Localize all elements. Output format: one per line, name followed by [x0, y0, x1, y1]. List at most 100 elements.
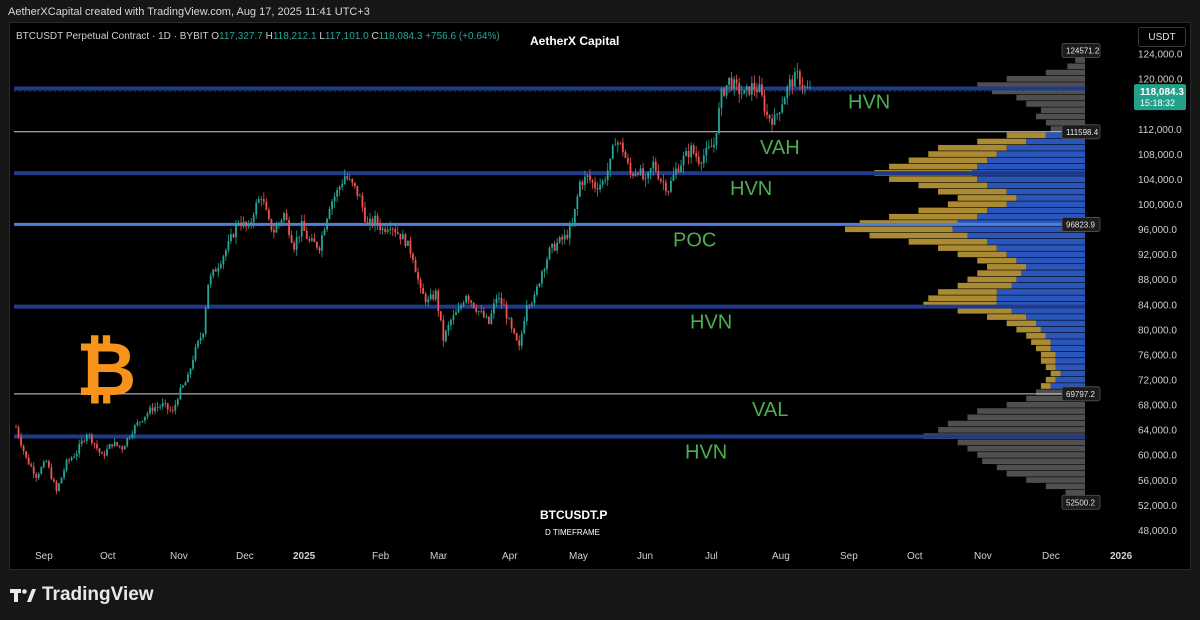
- x-tick-label: May: [569, 551, 588, 562]
- volume-profile-bar: [957, 439, 1085, 446]
- candle-body: [523, 321, 526, 334]
- y-tick-label: 88,000.0: [1138, 275, 1177, 286]
- candle-body: [384, 228, 387, 232]
- x-tick-label: Jul: [705, 551, 718, 562]
- y-tick-label: 48,000.0: [1138, 526, 1177, 537]
- candle-body: [96, 444, 98, 449]
- candle-body: [498, 298, 500, 299]
- candle-body: [252, 214, 255, 222]
- candle-body: [659, 178, 662, 182]
- volume-profile-bar: [967, 276, 1017, 283]
- volume-profile-bar: [967, 232, 1085, 239]
- candle-body: [536, 286, 538, 295]
- candle-body: [189, 368, 192, 375]
- volume-profile-bar: [1016, 257, 1085, 264]
- candle-body: [169, 409, 172, 411]
- volume-profile-bar: [1006, 401, 1085, 408]
- candle-body: [123, 445, 126, 450]
- tradingview-logo[interactable]: TradingView: [10, 584, 154, 606]
- volume-profile-bar: [957, 307, 1012, 314]
- candle-body: [733, 79, 736, 90]
- candle-body: [465, 296, 468, 303]
- candle-body: [801, 85, 804, 88]
- candle-body: [637, 173, 639, 175]
- candle-body: [290, 234, 293, 243]
- brand-title: AetherX Capital: [530, 34, 620, 48]
- price-chart[interactable]: HVN VAH HVN POC HVN VAL HVN ₿ 124,000.0 120,000.0…: [10, 23, 1190, 569]
- candle-body: [791, 79, 794, 87]
- candle-body: [275, 225, 278, 233]
- candle-body: [439, 311, 442, 320]
- candle-body: [624, 151, 627, 158]
- volume-profile-bar: [977, 163, 1085, 170]
- candle-body: [576, 196, 579, 209]
- candle-body: [702, 155, 705, 164]
- candle-body: [156, 406, 159, 408]
- candle-body: [53, 479, 55, 482]
- candle-body: [171, 410, 174, 412]
- candle-body: [379, 224, 382, 231]
- candle-body: [761, 84, 763, 96]
- candle-body: [247, 224, 250, 227]
- y-tick-label: 100,000.0: [1138, 200, 1183, 211]
- candle-body: [295, 237, 298, 250]
- candle-body: [455, 312, 457, 316]
- candle-body: [202, 333, 205, 338]
- volume-profile-bar: [1006, 201, 1085, 208]
- candle-body: [705, 147, 708, 156]
- chart-area[interactable]: HVN VAH HVN POC HVN VAL HVN ₿ 124,000.0 120,000.0…: [9, 22, 1191, 570]
- y-tick-label: 52,000.0: [1138, 501, 1177, 512]
- candle-body: [356, 185, 359, 197]
- candle-body: [700, 163, 703, 164]
- candle-body: [37, 473, 40, 478]
- candle-body: [176, 399, 179, 405]
- candle-body: [541, 271, 543, 284]
- volume-profile-bar: [938, 427, 1085, 433]
- candle-body: [257, 199, 260, 203]
- candle-body: [584, 176, 586, 186]
- candle-body: [212, 269, 215, 276]
- candle-body: [111, 444, 113, 447]
- candle-body: [394, 229, 397, 233]
- price-label: 52500.2: [1066, 498, 1095, 507]
- candle-body: [809, 87, 811, 89]
- candle-body: [358, 195, 361, 197]
- volume-profile-bar: [996, 289, 1085, 295]
- candle-body: [235, 224, 237, 238]
- candle-body: [361, 195, 364, 208]
- candle-body: [750, 83, 753, 95]
- currency-button[interactable]: USDT: [1138, 27, 1186, 47]
- volume-profile-bar: [987, 182, 1085, 189]
- candle-body: [407, 240, 409, 246]
- candle-body: [783, 97, 786, 105]
- tradingview-logo-icon: [10, 589, 36, 602]
- candle-body: [75, 453, 78, 457]
- candle-body: [70, 457, 73, 461]
- volume-profile-bar: [1040, 107, 1085, 114]
- candle-body: [591, 180, 594, 183]
- credit-text: AetherXCapital created with TradingView.…: [8, 6, 370, 18]
- x-tick-label: Oct: [907, 551, 923, 562]
- candle-body: [280, 220, 283, 223]
- volume-profile-bar: [977, 408, 1085, 414]
- candle-body: [680, 165, 682, 172]
- candle-body: [520, 333, 523, 346]
- candle-body: [199, 337, 202, 341]
- candle-body: [786, 86, 789, 98]
- candle-body: [487, 316, 490, 324]
- candle-body: [644, 178, 647, 180]
- candle-body: [710, 146, 713, 148]
- candle-body: [452, 315, 455, 320]
- volume-profile-bar: [928, 151, 997, 157]
- volume-profile-bar: [1040, 326, 1085, 333]
- candle-body: [533, 294, 536, 304]
- candle-body: [85, 434, 88, 441]
- low-value: 117,101.0: [324, 31, 369, 42]
- y-tick-label: 84,000.0: [1138, 300, 1177, 311]
- candle-body: [230, 234, 232, 242]
- candle-body: [386, 229, 389, 232]
- credit-bar: AetherXCapital created with TradingView.…: [0, 0, 1200, 24]
- candle-body: [692, 145, 695, 154]
- bitcoin-logo-icon: ₿: [76, 327, 136, 413]
- candle-body: [159, 406, 162, 408]
